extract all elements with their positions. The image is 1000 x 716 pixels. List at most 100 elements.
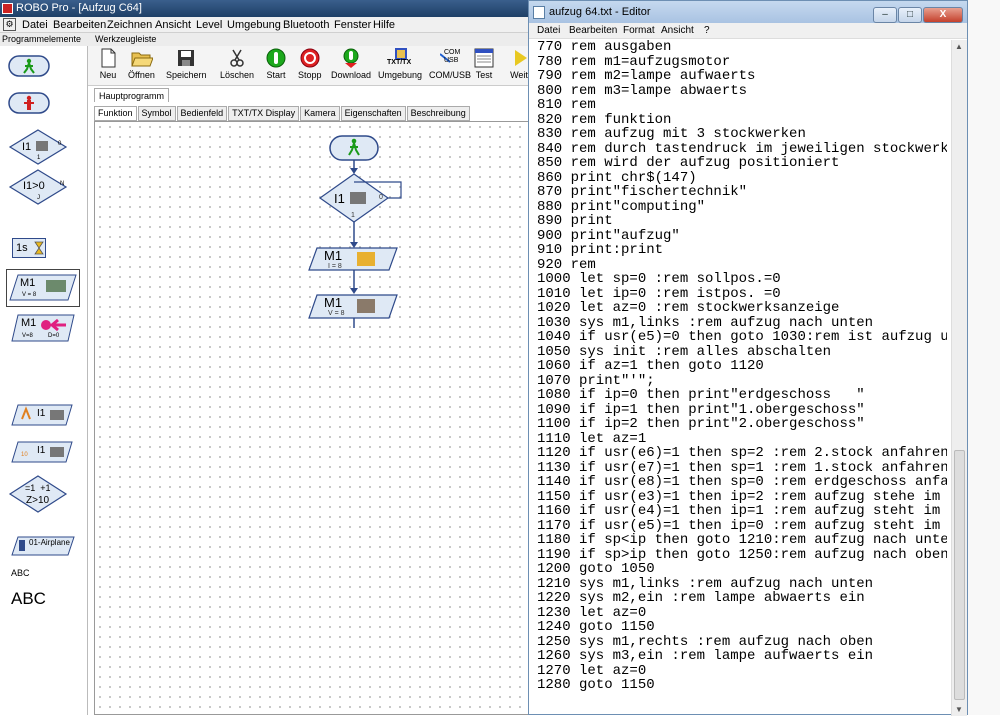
- system-menu-icon[interactable]: ⚙: [3, 18, 16, 31]
- palette-sound[interactable]: 01-Airplane: [10, 535, 76, 562]
- palette-text-small[interactable]: ABC: [11, 568, 30, 578]
- palette-label: Programmelemente: [2, 34, 82, 44]
- new-file-icon: [98, 48, 118, 68]
- com-usb-icon: COM USB: [439, 48, 460, 68]
- menu-ansicht[interactable]: Ansicht: [155, 17, 191, 33]
- code-line: 1230 let az=0: [537, 604, 647, 621]
- new-button[interactable]: Neu: [98, 48, 118, 80]
- menu-fenster[interactable]: Fenster: [334, 17, 371, 33]
- minimize-button[interactable]: –: [873, 7, 897, 23]
- test-button[interactable]: Test: [474, 48, 494, 80]
- subtab-kamera[interactable]: Kamera: [300, 106, 340, 121]
- scissors-delete-icon: [227, 48, 247, 68]
- subtab-txt-display[interactable]: TXT/TX Display: [228, 106, 300, 121]
- code-line: 1110 let az=1: [537, 430, 647, 447]
- subtab-eigenschaften[interactable]: Eigenschaften: [340, 106, 406, 121]
- palette-input-edge[interactable]: I1: [10, 403, 74, 432]
- code-line: 1010 let ip=0 :rem istpos. =0: [537, 285, 781, 302]
- toolbar-label: Werkzeugleiste: [95, 34, 157, 44]
- flowchart: [308, 135, 402, 328]
- notepad-icon: [533, 6, 545, 19]
- tab-hauptprogramm[interactable]: Hauptprogramm: [94, 88, 170, 102]
- delete-button[interactable]: Löschen: [220, 48, 254, 80]
- palette-compare[interactable]: I1>0 N J: [8, 168, 68, 211]
- scrollbar-thumb[interactable]: [954, 450, 965, 700]
- palette-wait-text: 1s: [16, 242, 28, 254]
- desktop-edge: [968, 0, 1000, 715]
- code-line: 1100 if ip=2 then print"2.obergeschoss": [537, 416, 865, 432]
- program-canvas[interactable]: I1 0 1 M1 I = 8 M1 V = 8: [94, 121, 530, 715]
- flow-motor[interactable]: [308, 294, 398, 319]
- start-button[interactable]: Start: [266, 48, 286, 80]
- code-line: 790 rem m2=lampe aufwaerts: [537, 68, 756, 84]
- code-line: 1060 if az=1 then goto 1120: [537, 358, 764, 374]
- close-button[interactable]: X: [923, 7, 963, 23]
- palette-stop[interactable]: [8, 92, 50, 119]
- flow-motor-lamp[interactable]: [308, 247, 398, 271]
- notepad-window: aufzug 64.txt - Editor – □ X Datei Bearbei…: [528, 0, 968, 716]
- code-line: 1260 sys m3,ein :rem lampe aufwaerts ein: [537, 648, 874, 664]
- subtab-funktion[interactable]: Funktion: [94, 106, 137, 121]
- vertical-scrollbar[interactable]: ▲ ▼: [951, 40, 967, 716]
- subtab-bedienfeld[interactable]: Bedienfeld: [176, 106, 228, 121]
- code-line: 870 print"fischertechnik": [537, 184, 748, 200]
- palette-start[interactable]: [8, 55, 50, 82]
- menu-bluetooth[interactable]: Bluetooth: [283, 17, 329, 33]
- maximize-button[interactable]: □: [898, 7, 922, 23]
- code-line: 920 rem: [537, 256, 596, 273]
- robo-title: ROBO Pro - [Aufzug C64]: [16, 2, 142, 14]
- subtab-beschreibung[interactable]: Beschreibung: [406, 106, 470, 121]
- scroll-up-icon[interactable]: ▲: [955, 42, 963, 51]
- scroll-down-icon[interactable]: ▼: [955, 705, 963, 714]
- code-line: 900 print"aufzug": [537, 227, 680, 244]
- menu-umgebung[interactable]: Umgebung: [227, 17, 281, 33]
- palette-text-large[interactable]: ABC: [11, 589, 46, 609]
- menu-level[interactable]: Level: [196, 17, 222, 33]
- code-line: 1160 if usr(e4)=1 then ip=1 :rem aufzug …: [537, 503, 941, 519]
- notepad-menu-bar: Datei Bearbeiten Format Ansicht ?: [529, 23, 967, 39]
- open-button[interactable]: Öffnen: [128, 48, 155, 80]
- code-line: 1030 sys m1,links :rem aufzug nach unten: [537, 314, 874, 331]
- notepad-menu-datei[interactable]: Datei: [537, 23, 560, 39]
- menu-datei[interactable]: Datei: [22, 17, 48, 33]
- menu-zeichnen[interactable]: Zeichnen: [107, 17, 152, 33]
- code-line: 1120 if usr(e6)=1 then sp=2 :rem 2.stock…: [537, 445, 947, 461]
- code-line: 1070 print"'";: [537, 372, 655, 389]
- environment-button[interactable]: TXT/TX Umgebung: [378, 48, 422, 80]
- code-line: 840 rem durch tastendruck im jeweiligen …: [537, 140, 947, 157]
- code-line: 1220 sys m2,ein :rem lampe abwaerts ein: [537, 590, 865, 606]
- palette-wait[interactable]: 1s: [12, 238, 46, 263]
- notepad-menu-format[interactable]: Format: [623, 23, 655, 39]
- stop-button[interactable]: Stopp: [298, 48, 322, 80]
- code-line: 1180 if sp<ip then goto 1210:rem aufzug …: [537, 532, 947, 548]
- notepad-menu-bearbeiten[interactable]: Bearbeiten: [569, 23, 617, 39]
- palette-motor-direction[interactable]: M1 V=8 D=0: [10, 313, 76, 348]
- notepad-menu-help[interactable]: ?: [704, 23, 710, 39]
- subtab-symbol[interactable]: Symbol: [137, 106, 176, 121]
- download-button[interactable]: Download: [331, 48, 371, 80]
- code-line: 1040 if usr(e5)=0 then goto 1030:rem ist…: [537, 329, 947, 345]
- notepad-title: aufzug 64.txt - Editor: [549, 6, 651, 18]
- code-line: 1240 goto 1150: [537, 619, 655, 635]
- code-line: 1210 sys m1,links :rem aufzug nach unten: [537, 575, 874, 592]
- code-line: 1280 goto 1150: [537, 677, 655, 693]
- menu-hilfe[interactable]: Hilfe: [373, 17, 395, 33]
- download-icon: [341, 48, 361, 68]
- palette-motor[interactable]: M1 V = 8: [6, 269, 80, 312]
- start-icon: [266, 48, 286, 68]
- code-line: 850 rem wird der aufzug positioniert: [537, 155, 840, 171]
- palette-counter-loop[interactable]: =1 +1 Z>10: [8, 474, 68, 519]
- notepad-menu-ansicht[interactable]: Ansicht: [661, 23, 694, 39]
- palette-branch-i1[interactable]: I1 0 1: [8, 128, 68, 171]
- test-panel-icon: [474, 48, 494, 68]
- code-line: 890 print: [537, 213, 613, 229]
- subtab-bar: Funktion Symbol Bedienfeld TXT/TX Displa…: [94, 106, 471, 121]
- save-button[interactable]: Speichern: [166, 48, 207, 80]
- continue-button[interactable]: Weit: [509, 48, 529, 80]
- com-usb-button[interactable]: COM USB COM/USB: [429, 48, 471, 80]
- notepad-text-area[interactable]: 770 rem ausgaben 780 rem m1=aufzugsmotor 7…: [537, 40, 947, 716]
- menu-bearbeiten[interactable]: Bearbeiten: [53, 17, 106, 33]
- txt-tx-icon: TXT/TX: [387, 48, 411, 68]
- code-line: 1150 if usr(e3)=1 then ip=2 :rem aufzug …: [537, 488, 941, 505]
- palette-input-counter[interactable]: 10 I1: [10, 440, 74, 469]
